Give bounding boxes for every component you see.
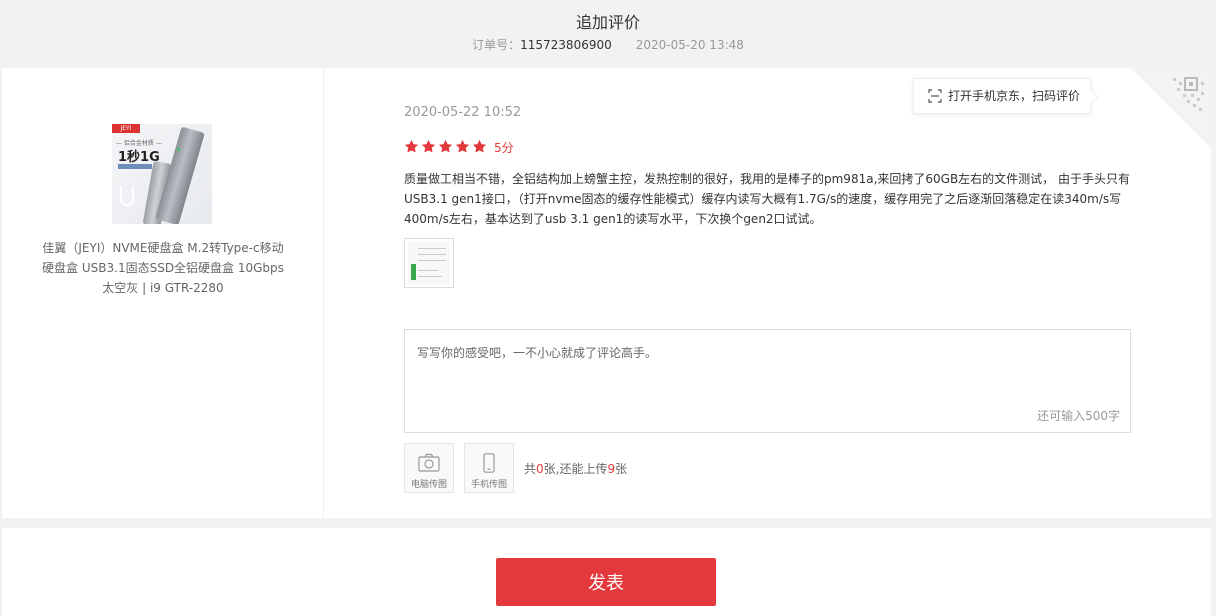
camera-icon [418, 453, 440, 472]
star-icon[interactable] [421, 139, 436, 154]
upload-info: 共0张,还能上传9张 [524, 460, 627, 477]
submit-bar: 发表 [2, 528, 1211, 616]
pc-upload-label: 电脑传图 [410, 480, 447, 490]
qr-code-corner[interactable] [1131, 68, 1211, 148]
page-header: 追加评价 订单号：115723806900 2020-05-20 13:48 [0, 0, 1216, 68]
upload-count-remaining: 9 [607, 462, 616, 476]
char-counter: 还可输入500字 [1037, 409, 1120, 423]
order-meta: 订单号：115723806900 2020-05-20 13:48 [0, 36, 1216, 53]
qr-tip: 打开手机京东，扫码评价 [913, 78, 1092, 114]
product-image-led [177, 148, 180, 151]
upload-info-suffix: 张 [615, 462, 628, 476]
scan-icon [928, 82, 942, 103]
order-time: 2020-05-20 13:48 [635, 38, 744, 52]
review-image-thumbnail[interactable] [404, 238, 454, 288]
upload-info-middle: 张,还能上传 [543, 462, 608, 476]
column-divider [323, 68, 324, 518]
product-brand-logo: JEYI [112, 124, 140, 133]
pc-upload-button[interactable]: 电脑传图 [404, 443, 454, 493]
order-label: 订单号： [472, 38, 521, 52]
star-rating[interactable] [404, 139, 489, 155]
rating-score: 5分 [494, 141, 514, 155]
comment-placeholder: 写写你的感受吧，一不小心就成了评论高手。 [417, 346, 658, 360]
comment-textarea[interactable]: 写写你的感受吧，一不小心就成了评论高手。 还可输入500字 [404, 329, 1131, 433]
submit-button[interactable]: 发表 [496, 558, 716, 606]
product-image[interactable]: JEYI — 铝合金材质 — 1秒1G [112, 124, 212, 224]
star-icon[interactable] [472, 139, 487, 154]
product-image-cable [120, 186, 134, 206]
page-title: 追加评价 [575, 13, 640, 32]
phone-upload-label: 手机传图 [470, 480, 507, 490]
upload-count-uploaded: 0 [536, 462, 544, 476]
upload-info-prefix: 共 [524, 462, 537, 476]
review-date: 2020-05-22 10:52 [404, 105, 522, 120]
phone-icon [483, 453, 495, 473]
qr-code-icon [1173, 77, 1204, 111]
star-icon[interactable] [455, 139, 470, 154]
star-icon[interactable] [438, 139, 453, 154]
order-number: 115723806900 [520, 38, 612, 52]
review-panel: JEYI — 铝合金材质 — 1秒1G 佳翼（JEYI）NVME硬盘盒 M.2转… [2, 68, 1211, 518]
product-name[interactable]: 佳翼（JEYI）NVME硬盘盒 M.2转Type-c移动硬盘盒 USB3.1固态… [40, 238, 286, 298]
product-image-strip [118, 164, 152, 169]
phone-upload-button[interactable]: 手机传图 [464, 443, 514, 493]
star-icon[interactable] [404, 139, 419, 154]
review-text: 质量做工相当不错，全铝结构加上螃蟹主控，发热控制的很好，我用的是棒子的pm981… [404, 172, 1130, 226]
qr-tip-text: 打开手机京东，扫码评价 [948, 89, 1081, 103]
